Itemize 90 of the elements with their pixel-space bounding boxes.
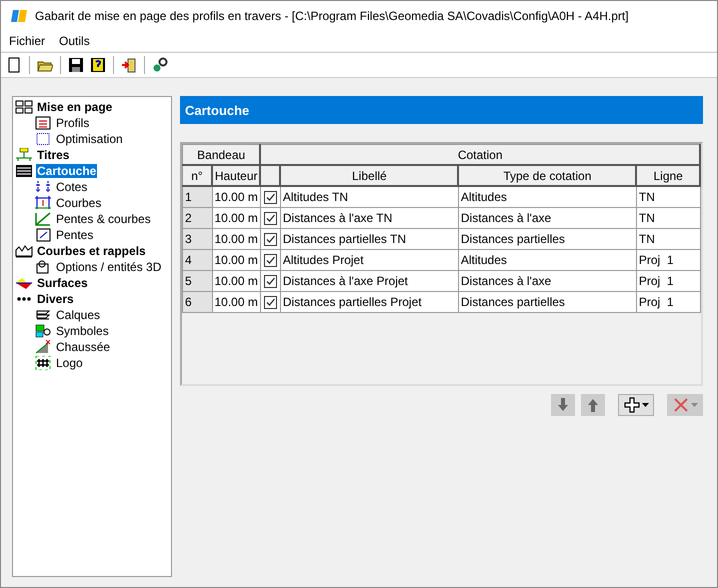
table-cell: Distances à l'axe (458, 208, 636, 228)
table-cell: 10.00 m (212, 228, 260, 250)
checkbox[interactable] (264, 212, 277, 224)
tree-item[interactable]: Courbes et rappels (36, 244, 147, 258)
grid-icon (15, 100, 33, 114)
table-cell: 10.00 m (212, 208, 260, 228)
table-cell: Proj 1 (636, 292, 700, 312)
column-header: Hauteur (212, 165, 260, 186)
column-header: Ligne (636, 165, 700, 186)
tree-item[interactable]: Chaussée (55, 340, 112, 354)
panel-header: Cartouche (180, 96, 703, 124)
tree-item[interactable]: Calques (55, 308, 102, 322)
menu-item[interactable]: Outils (59, 34, 90, 48)
table-cell: Distances à l'axe Projet (280, 270, 458, 292)
table-cell: 10.00 m (212, 270, 260, 292)
row-number: 6 (182, 292, 212, 312)
column-group-header: Cotation (260, 144, 700, 165)
table-cell: Distances à l'axe TN (280, 208, 458, 228)
column-header: Libellé (280, 165, 458, 186)
table-cell: Distances à l'axe (458, 270, 636, 292)
road-icon (34, 340, 52, 354)
dotted-frame-icon (34, 132, 52, 146)
arrow-up-icon (585, 397, 601, 413)
tree-item[interactable]: Divers (36, 292, 75, 306)
table-cell: Altitudes (458, 186, 636, 208)
checkbox[interactable] (264, 190, 277, 204)
profile-icon (34, 196, 52, 210)
caret-icon (690, 403, 698, 407)
tree-item[interactable]: Profils (55, 116, 90, 130)
caret-icon (642, 403, 648, 407)
tree-item[interactable]: Pentes & courbes (55, 212, 152, 226)
table-cell: Proj 1 (636, 250, 700, 270)
logo-grid-icon (34, 356, 52, 370)
checkbox[interactable] (264, 274, 277, 288)
table-cell: 10.00 m (212, 250, 260, 270)
save-icon[interactable] (68, 57, 84, 73)
column-header: n° (182, 165, 212, 186)
table-cell: Proj 1 (636, 270, 700, 292)
checkbox[interactable] (264, 296, 277, 308)
table-cell: Altitudes Projet (280, 250, 458, 270)
window-title: Gabarit de mise en page des profils en travers - [C:\Program Files\Geomedia SA\Covadis\Config\A0H - A4H.prt] (35, 9, 629, 23)
table-cell: Altitudes (458, 250, 636, 270)
app-icon (11, 10, 27, 22)
tree-item[interactable]: Cartouche (36, 164, 98, 178)
table-cell: 10.00 m (212, 292, 260, 312)
table-cell: Distances partielles TN (280, 228, 458, 250)
tree-item[interactable]: Cotes (55, 180, 88, 194)
table-cell: TN (636, 208, 700, 228)
row-number: 2 (182, 208, 212, 228)
row-number: 3 (182, 228, 212, 250)
slope-icon (34, 212, 52, 226)
table-cell: Distances partielles (458, 292, 636, 312)
tree-item[interactable]: Mise en page (36, 100, 114, 114)
tree-item[interactable]: Options / entités 3D (55, 260, 162, 274)
new-file-icon[interactable] (6, 57, 22, 73)
column-group-header: Bandeau (182, 144, 260, 165)
plus-icon (624, 397, 640, 413)
menu-item[interactable]: Fichier (9, 34, 46, 48)
help-icon[interactable] (90, 57, 106, 73)
cross-icon (672, 397, 688, 413)
table-icon (15, 164, 33, 178)
row-number: 4 (182, 250, 212, 270)
tree-item[interactable]: Logo (55, 356, 84, 370)
surface-icon (15, 276, 33, 290)
row-number: 1 (182, 186, 212, 208)
exit-door-icon[interactable] (121, 57, 137, 73)
table-cell: 10.00 m (212, 186, 260, 208)
tree-item[interactable]: Surfaces (36, 276, 89, 290)
layers-icon (34, 308, 52, 322)
shapes-icon (34, 324, 52, 338)
table-cell: TN (636, 228, 700, 250)
row-number: 5 (182, 270, 212, 292)
dimension-icon (34, 180, 52, 194)
tree-item[interactable]: Titres (36, 148, 70, 162)
tree-item[interactable]: Courbes (55, 196, 102, 210)
mountain-icon (15, 244, 33, 258)
column-header: Type de cotation (458, 165, 636, 186)
table-cell: Distances partielles (458, 228, 636, 250)
tree-item[interactable]: Optimisation (55, 132, 124, 146)
title-block-icon (15, 148, 33, 162)
form-icon (34, 116, 52, 130)
tree-item[interactable]: Pentes (55, 228, 94, 242)
arrow-down-icon (555, 397, 571, 413)
checkbox[interactable] (264, 254, 277, 266)
plus-button[interactable] (618, 394, 654, 416)
tree-item[interactable]: Symboles (55, 324, 110, 338)
checkbox[interactable] (264, 232, 277, 246)
table-cell: Altitudes TN (280, 186, 458, 208)
table-cell: Distances partielles Projet (280, 292, 458, 312)
table-cell: TN (636, 186, 700, 208)
